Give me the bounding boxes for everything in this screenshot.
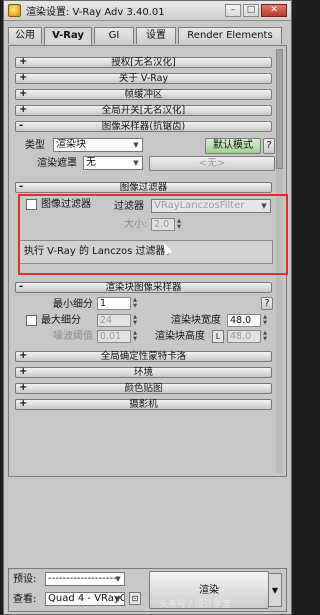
bucket-width-value: 48.0	[230, 315, 252, 326]
tab-vray[interactable]: V-Ray	[44, 27, 92, 45]
rollout-color-mapping[interactable]: + 颜色贴图	[15, 382, 272, 394]
view-dropdown[interactable]: Quad 4 - VRayC ▼	[45, 592, 125, 606]
rollout-label: 图像过滤器	[119, 182, 168, 193]
panel-scrollbar-thumb[interactable]	[276, 49, 283, 169]
max-subdivs-value: 24	[100, 315, 113, 326]
lock-view-icon[interactable]: ⊡	[129, 592, 141, 605]
rollout-label: 全局确定性蒙特卡洛	[100, 351, 187, 362]
default-mode-button[interactable]: 默认模式	[205, 138, 261, 154]
rollout-camera[interactable]: + 摄影机	[15, 398, 272, 410]
tab-common[interactable]: 公用	[8, 27, 42, 44]
rollout-framebuffer[interactable]: + 帧缓冲区	[15, 88, 272, 100]
max-subdivs-spinner[interactable]: 24 ▲ ▼	[97, 314, 137, 327]
bucket-height-label: 渲染块高度	[155, 331, 205, 342]
spinner-arrows-icon[interactable]: ▲ ▼	[131, 314, 139, 327]
bucket-help-button[interactable]: ?	[261, 297, 273, 310]
render-mask-dropdown[interactable]: 无 ▼	[83, 156, 143, 170]
render-settings-window: 渲染设置: V-Ray Adv 3.40.01 – □ ✕ 公用 V-Ray G…	[3, 0, 292, 615]
bucket-height-spinner[interactable]: 48.0 ▲ ▼	[227, 330, 267, 343]
rollout-label: 颜色贴图	[124, 383, 163, 394]
rollout-label: 图像采样器(抗锯齿)	[101, 121, 186, 132]
max-subdivs-label: 最大细分	[41, 315, 81, 326]
chevron-down-icon: ▼	[133, 159, 139, 167]
bucket-width-spinner[interactable]: 48.0 ▲ ▼	[227, 314, 267, 327]
sampler-type-label: 类型	[25, 140, 45, 151]
render-mask-value: 无	[86, 157, 96, 168]
tab-gi[interactable]: GI	[94, 27, 134, 44]
spinner-arrows-icon[interactable]: ▲ ▼	[131, 297, 139, 310]
rollout-label: 环境	[133, 367, 153, 378]
vray-panel: + 授权[无名汉化] + 关于 V-Ray + 帧缓冲区 + 全局开关[无名汉化…	[8, 45, 288, 477]
rollout-about[interactable]: + 关于 V-Ray	[15, 72, 272, 84]
minimize-button[interactable]: –	[225, 4, 241, 17]
min-subdivs-value: 1	[100, 298, 107, 309]
spinner-arrows-icon[interactable]: ▲ ▼	[261, 330, 269, 343]
rollout-authorization[interactable]: + 授权[无名汉化]	[15, 56, 272, 68]
close-button[interactable]: ✕	[261, 4, 287, 17]
chevron-down-icon: ▼	[133, 141, 139, 149]
min-subdivs-label: 最小细分	[53, 299, 93, 310]
red-highlight-frame	[18, 194, 288, 275]
render-mask-label: 渲染遮罩	[37, 158, 77, 169]
tab-settings[interactable]: 设置	[136, 27, 176, 44]
preset-dropdown[interactable]: -------------------- ▼	[45, 572, 125, 586]
rollout-label: 渲染块图像采样器	[105, 282, 182, 293]
rollout-image-sampler[interactable]: - 图像采样器(抗锯齿)	[15, 120, 272, 132]
noise-threshold-spinner[interactable]: 0.01 ▲ ▼	[97, 330, 137, 343]
teapot-icon	[8, 4, 21, 17]
rollout-global-switches[interactable]: + 全局开关[无名汉化]	[15, 104, 272, 116]
maximize-button[interactable]: □	[243, 4, 259, 17]
watermark-text: 头条号 / 设计学堂	[159, 600, 231, 610]
min-subdivs-spinner[interactable]: 1 ▲ ▼	[97, 297, 137, 310]
preset-value: --------------------	[48, 573, 121, 584]
tab-render-elements[interactable]: Render Elements	[178, 27, 282, 44]
sampler-help-button[interactable]: ?	[263, 138, 275, 154]
rollout-label: 全局开关[无名汉化]	[101, 105, 186, 116]
bucket-height-value: 48.0	[230, 331, 252, 342]
rollout-dmc-sampler[interactable]: + 全局确定性蒙特卡洛	[15, 350, 272, 362]
spinner-arrows-icon[interactable]: ▲ ▼	[131, 330, 139, 343]
lock-icon[interactable]: L	[212, 330, 224, 343]
rollout-bucket-sampler[interactable]: - 渲染块图像采样器	[15, 281, 272, 293]
max-subdivs-checkbox[interactable]	[26, 315, 37, 326]
rollout-label: 帧缓冲区	[124, 89, 163, 100]
spinner-arrows-icon[interactable]: ▲ ▼	[261, 314, 269, 327]
title-bar[interactable]: 渲染设置: V-Ray Adv 3.40.01 – □ ✕	[4, 1, 291, 21]
chevron-down-icon: ▼	[115, 595, 121, 603]
rollout-label: 授权[无名汉化]	[111, 57, 176, 68]
view-label: 查看:	[13, 594, 37, 605]
rollout-label: 摄影机	[129, 399, 158, 410]
mask-none-button[interactable]: <无>	[149, 156, 275, 171]
noise-threshold-label: 噪波阈值	[53, 331, 93, 342]
preset-label: 预设:	[13, 574, 37, 585]
rollout-environment[interactable]: + 环境	[15, 366, 272, 378]
window-title: 渲染设置: V-Ray Adv 3.40.01	[26, 7, 165, 18]
rollout-image-filter[interactable]: - 图像过滤器	[15, 181, 272, 193]
bottom-render-bar: 预设: -------------------- ▼ 查看: Quad 4 - …	[8, 568, 287, 612]
bucket-width-label: 渲染块宽度	[171, 315, 221, 326]
sampler-type-dropdown[interactable]: 渲染块 ▼	[53, 138, 143, 152]
chevron-down-icon[interactable]: ▼	[268, 573, 282, 607]
rollout-label: 关于 V-Ray	[118, 73, 169, 84]
chevron-down-icon: ▼	[115, 575, 121, 583]
sampler-type-value: 渲染块	[56, 139, 86, 150]
settings-tabs: 公用 V-Ray GI 设置 Render Elements	[8, 27, 287, 45]
noise-threshold-value: 0.01	[100, 331, 122, 342]
